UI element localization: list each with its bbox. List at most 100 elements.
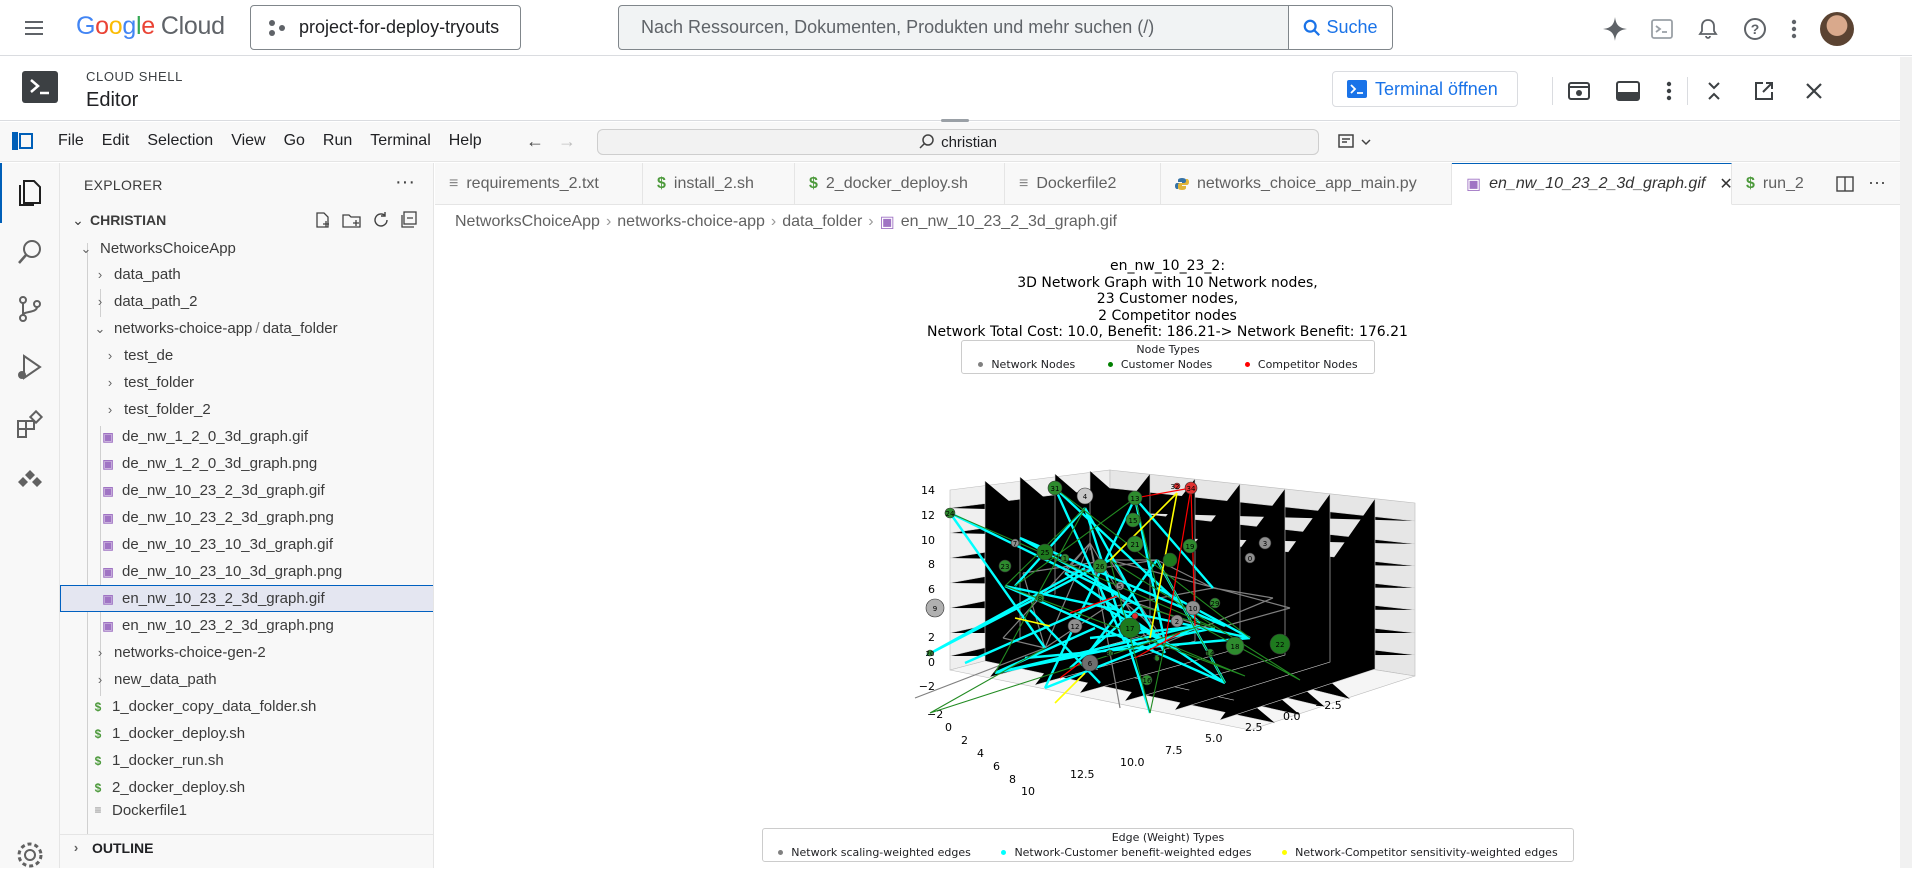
help-icon[interactable]: ?: [1742, 16, 1768, 42]
chevron-down-icon: ⌄: [72, 211, 84, 228]
legend-marker: [778, 850, 784, 855]
search-button[interactable]: Suche: [1288, 6, 1392, 49]
tab-dockerfile2[interactable]: ≡ Dockerfile2: [1005, 163, 1161, 205]
editor-title: Editor: [86, 89, 139, 111]
graph-title-line: 3D Network Graph with 10 Network nodes,: [1017, 274, 1318, 291]
source-control-icon[interactable]: [14, 293, 46, 325]
explorer-more-icon[interactable]: ···: [395, 171, 415, 194]
breadcrumb-item[interactable]: networks-choice-app: [617, 213, 765, 231]
menu-run[interactable]: Run: [323, 132, 352, 150]
tree-folder-test-folder-2[interactable]: › test_folder_2: [60, 396, 433, 423]
copilot-icon[interactable]: [1338, 132, 1374, 152]
menu-view[interactable]: View: [231, 132, 265, 150]
tree-folder-networks-choice-app[interactable]: ⌄ networks-choice-app / data_folder: [60, 315, 433, 342]
project-picker[interactable]: project-for-deploy-tryouts: [250, 5, 521, 50]
menu-edit[interactable]: Edit: [102, 132, 130, 150]
tree-file-text[interactable]: ≡ Dockerfile1: [60, 801, 433, 819]
close-icon[interactable]: [1802, 79, 1826, 103]
open-in-new-window-icon[interactable]: [1752, 79, 1776, 103]
web-preview-icon[interactable]: [1567, 79, 1591, 103]
tree-file-image[interactable]: ▣ de_nw_1_2_0_3d_graph.png: [60, 450, 433, 477]
shell-file-icon: $: [94, 699, 102, 714]
new-file-icon[interactable]: [314, 211, 332, 229]
gemini-sparkle-icon[interactable]: [1602, 16, 1628, 42]
extensions-icon[interactable]: [14, 409, 46, 441]
tree-file-shell[interactable]: $2_docker_deploy.sh: [60, 774, 433, 801]
outline-section-header[interactable]: › OUTLINE: [60, 834, 433, 860]
search-input[interactable]: Nach Ressourcen, Dokumenten, Produkten u…: [619, 17, 1288, 38]
open-terminal-label: Terminal öffnen: [1375, 78, 1498, 99]
tree-file-image[interactable]: ▣ de_nw_10_23_10_3d_graph.gif: [60, 531, 433, 558]
graph-title-line: en_nw_10_23_2:: [1109, 258, 1226, 274]
more-vert-icon[interactable]: [1790, 17, 1798, 41]
refresh-icon[interactable]: [372, 211, 390, 229]
tree-file-image[interactable]: ▣ de_nw_10_23_2_3d_graph.png: [60, 504, 433, 531]
run-debug-icon[interactable]: [14, 351, 46, 383]
tree-folder-networkschoiceapp[interactable]: ⌄ NetworksChoiceApp: [60, 235, 433, 262]
tree-file-image[interactable]: ▣ de_nw_10_23_2_3d_graph.gif: [60, 477, 433, 504]
menu-go[interactable]: Go: [284, 132, 305, 150]
split-editor-icon[interactable]: [1836, 175, 1854, 193]
tree-file-shell[interactable]: $1_docker_copy_data_folder.sh: [60, 693, 433, 720]
tree-file-shell[interactable]: $1_docker_deploy.sh: [60, 720, 433, 747]
menu-help[interactable]: Help: [449, 132, 482, 150]
tab-en-nw-10-23-2-3d-graph-gif[interactable]: ▣ en_nw_10_23_2_3d_graph.gif ✕: [1452, 163, 1733, 205]
explorer-toggle-icon[interactable]: [12, 132, 34, 150]
tree-file-image[interactable]: ▣ en_nw_10_23_2_3d_graph.png: [60, 612, 433, 639]
tree-label: 1_docker_deploy.sh: [112, 725, 246, 742]
minimize-icon[interactable]: [1702, 79, 1726, 103]
tree-file-shell[interactable]: $1_docker_run.sh: [60, 747, 433, 774]
legend-label: Network-Customer benefit-weighted edges: [1014, 846, 1252, 859]
tree-folder-networks-choice-gen-2[interactable]: › networks-choice-gen-2: [60, 639, 433, 666]
menu-file[interactable]: File: [58, 132, 84, 150]
menu-terminal[interactable]: Terminal: [370, 132, 430, 150]
google-cloud-logo[interactable]: Google Cloud: [76, 12, 225, 42]
tree-folder-data-path[interactable]: › data_path: [60, 261, 433, 288]
cloud-code-icon[interactable]: [14, 467, 46, 499]
tree-folder-data-path-2[interactable]: › data_path_2: [60, 288, 433, 315]
collapse-all-icon[interactable]: [400, 211, 418, 229]
tab-label: networks_choice_app_main.py: [1197, 175, 1417, 192]
back-arrow-icon[interactable]: ←: [526, 131, 544, 152]
editor-tabs: ≡ requirements_2.txt $ install_2.sh $2_doc…: [435, 163, 1900, 205]
more-actions-icon[interactable]: ···: [1868, 173, 1886, 193]
node-label: 26: [1096, 563, 1105, 571]
breadcrumb-item[interactable]: en_nw_10_23_2_3d_graph.gif: [901, 213, 1117, 231]
tab-requirements-2-txt[interactable]: ≡ requirements_2.txt: [435, 163, 643, 205]
menu-selection[interactable]: Selection: [147, 132, 213, 150]
close-tab-icon[interactable]: ✕: [1719, 174, 1732, 194]
breadcrumb-item[interactable]: NetworksChoiceApp: [455, 213, 600, 231]
explorer-files-icon[interactable]: [14, 177, 46, 209]
tab-install-2-sh[interactable]: $ install_2.sh: [643, 163, 795, 205]
tree-folder-new-data-path[interactable]: › new_data_path: [60, 666, 433, 693]
tab-2-docker-deploy-sh[interactable]: $2_docker_deploy.sh: [795, 163, 1005, 205]
hamburger-menu-icon[interactable]: [22, 16, 46, 40]
settings-gear-icon[interactable]: [14, 839, 46, 871]
tree-file-image[interactable]: ▣ de_nw_10_23_10_3d_graph.png: [60, 558, 433, 585]
node-label: 22: [1276, 641, 1285, 649]
new-folder-icon[interactable]: [342, 211, 362, 229]
open-terminal-button[interactable]: Terminal öffnen: [1332, 71, 1518, 107]
forward-arrow-icon[interactable]: →: [558, 131, 576, 152]
tree-folder-test-de[interactable]: › test_de: [60, 342, 433, 369]
tab-run-2[interactable]: $ run_2: [1732, 163, 1832, 205]
page-scrollbar[interactable]: [1900, 57, 1912, 868]
user-avatar[interactable]: [1820, 12, 1854, 46]
notifications-bell-icon[interactable]: [1696, 17, 1720, 41]
tree-file-image[interactable]: ▣ de_nw_1_2_0_3d_graph.gif: [60, 423, 433, 450]
more-options-icon[interactable]: [1665, 79, 1673, 103]
tree-file-selected[interactable]: ▣ en_nw_10_23_2_3d_graph.gif: [60, 585, 433, 612]
node-label: 2: [1175, 618, 1179, 626]
breadcrumb-item[interactable]: data_folder: [782, 213, 862, 231]
workspace-section-header[interactable]: ⌄ CHRISTIAN: [60, 207, 433, 233]
tree-folder-test-folder[interactable]: › test_folder: [60, 369, 433, 396]
layout-panel-icon[interactable]: [1615, 79, 1641, 103]
graph-title-line: Network Total Cost: 10.0, Benefit: 186.2…: [927, 324, 1408, 340]
tab-networks-choice-app-main-py[interactable]: networks_choice_app_main.py: [1161, 163, 1452, 205]
tree-label: de_nw_1_2_0_3d_graph.gif: [122, 428, 308, 445]
legend-label: Network-Competitor sensitivity-weighted …: [1295, 846, 1558, 859]
search-icon[interactable]: [14, 237, 46, 269]
cloud-shell-icon[interactable]: [1650, 17, 1674, 41]
command-center[interactable]: christian: [597, 129, 1319, 155]
search-bar[interactable]: Nach Ressourcen, Dokumenten, Produkten u…: [618, 5, 1393, 50]
